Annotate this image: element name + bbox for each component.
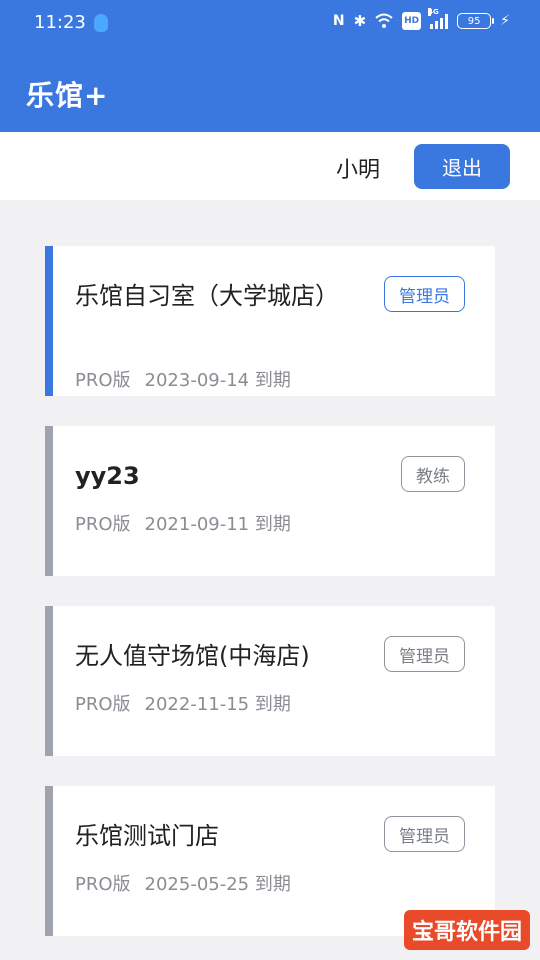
logout-button[interactable]: 退出 [414,144,510,189]
bluetooth-icon: ✱ [353,12,367,30]
signal-icon: 4G [428,8,449,29]
status-time: 11:23 [34,12,86,33]
venue-card[interactable]: 无人值守场馆(中海店) 管理员 PRO版 2022-11-15 到期 [45,606,495,756]
venue-meta: PRO版 2022-11-15 到期 [75,690,305,716]
venue-expiry: 2021-09-11 到期 [144,514,291,535]
role-badge: 管理员 [384,816,465,852]
role-badge: 管理员 [384,636,465,672]
role-badge: 管理员 [384,276,465,312]
venue-name: 无人值守场馆(中海店) [75,642,310,670]
watermark: 宝哥软件园 [403,910,530,950]
app-title: 乐馆+ [26,79,109,112]
venue-expiry: 2023-09-14 到期 [144,370,291,391]
hd-icon: HD [402,12,422,30]
user-name: 小明 [336,158,381,183]
venue-name: yy23 [75,462,140,490]
venue-edition: PRO版 [75,514,131,535]
nfc-icon: N [332,13,345,29]
venue-name: 乐馆测试门店 [75,822,219,850]
status-icons: N ✱ HD 4G 95 ⚡ [332,8,510,30]
venue-edition: PRO版 [75,874,131,895]
venue-expiry: 2025-05-25 到期 [144,874,291,895]
venue-edition: PRO版 [75,370,131,391]
app-bar: 11:23 N ✱ HD 4G 95 ⚡ 乐馆+ [0,0,540,132]
venue-edition: PRO版 [75,694,131,715]
role-badge: 教练 [401,456,465,492]
venue-name: 乐馆自习室（大学城店） [75,282,339,310]
network-type: 4G [428,8,439,16]
venue-meta: PRO版 2025-05-25 到期 [75,870,305,896]
wifi-icon [375,12,393,30]
charging-icon: ⚡ [500,13,510,29]
venue-card[interactable]: yy23 教练 PRO版 2021-09-11 到期 [45,426,495,576]
venue-expiry: 2022-11-15 到期 [144,694,291,715]
status-bar: 11:23 N ✱ HD 4G 95 ⚡ [0,0,540,48]
qq-icon [94,14,108,32]
battery-icon: 95 [457,13,495,29]
venue-meta: PRO版 2021-09-11 到期 [75,510,305,536]
venue-card[interactable]: 乐馆自习室（大学城店） 管理员 PRO版 2023-09-14 到期 [45,246,495,396]
venue-meta: PRO版 2023-09-14 到期 [75,366,305,392]
battery-level: 95 [467,15,481,27]
